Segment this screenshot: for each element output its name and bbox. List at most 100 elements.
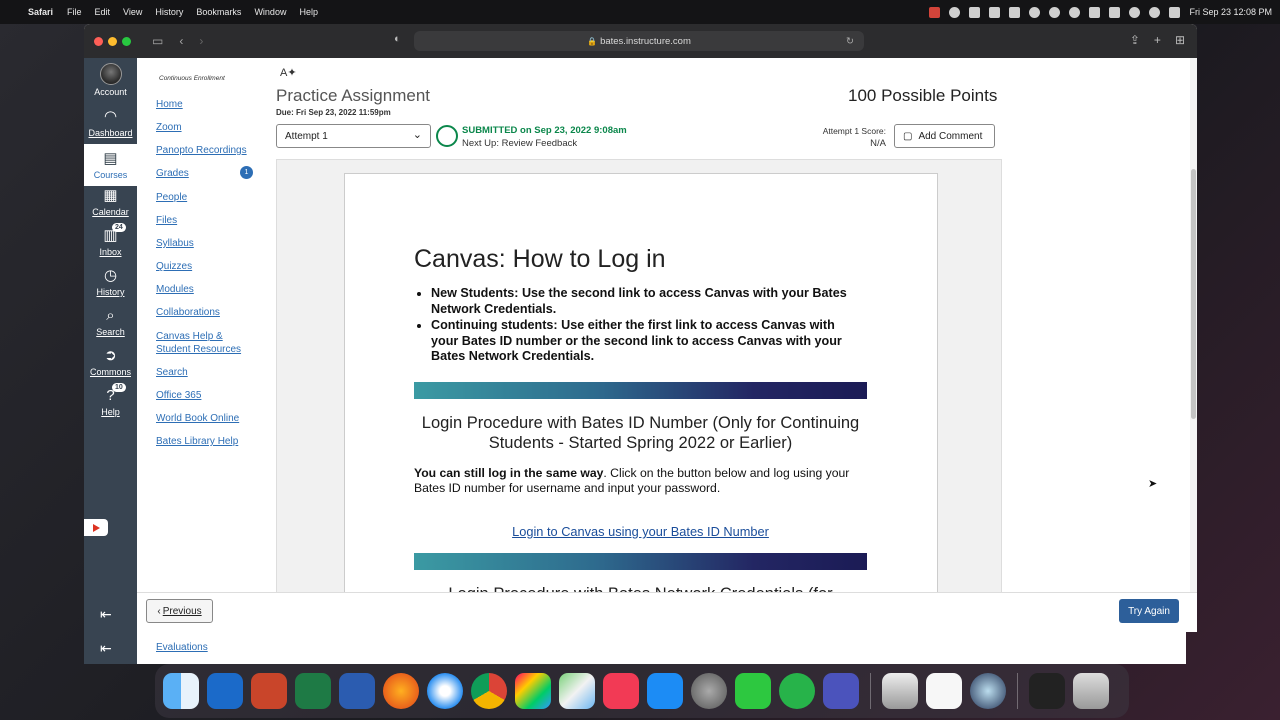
- wifi-icon[interactable]: [1129, 6, 1141, 18]
- powerpoint-icon[interactable]: [251, 673, 287, 709]
- tray-app-icon[interactable]: [1029, 6, 1041, 18]
- excel-icon[interactable]: [295, 673, 331, 709]
- launchpad-icon[interactable]: [515, 673, 551, 709]
- spotlight-search-icon[interactable]: [1149, 6, 1161, 18]
- menu-view[interactable]: View: [123, 7, 142, 17]
- battery-icon[interactable]: [1109, 6, 1121, 18]
- reload-icon[interactable]: ↻: [846, 36, 854, 47]
- global-nav-inbox[interactable]: ▥ 24 Inbox: [84, 223, 137, 257]
- music-icon[interactable]: [603, 673, 639, 709]
- tray-app-icon[interactable]: [949, 6, 961, 18]
- menubar-app-name[interactable]: Safari: [28, 7, 53, 17]
- tray-app-icon[interactable]: [1069, 6, 1081, 18]
- grades-count-badge: 1: [240, 166, 253, 179]
- global-nav-calendar[interactable]: ▦ Calendar: [84, 187, 137, 217]
- global-nav-courses[interactable]: ▤ Courses: [84, 144, 137, 186]
- maps-icon[interactable]: [559, 673, 595, 709]
- address-bar[interactable]: 🔒 bates.instructure.com ↻: [414, 31, 864, 51]
- menubar-clock[interactable]: Fri Sep 23 12:08 PM: [1189, 7, 1272, 17]
- menu-help[interactable]: Help: [299, 7, 318, 17]
- add-comment-button[interactable]: ▢ Add Comment: [894, 124, 995, 148]
- zoom-window-button[interactable]: [122, 36, 131, 46]
- safari-icon[interactable]: [427, 673, 463, 709]
- menu-history[interactable]: History: [155, 7, 183, 17]
- tray-app-icon[interactable]: [1009, 6, 1021, 18]
- course-nav-collaborations[interactable]: Collaborations: [156, 306, 256, 319]
- global-nav-commons[interactable]: ➲ Commons: [84, 347, 137, 377]
- tray-app-icon[interactable]: [1089, 6, 1101, 18]
- login-bates-id-link[interactable]: Login to Canvas using your Bates ID Numb…: [414, 524, 867, 539]
- global-nav-help[interactable]: ? 10 Help: [84, 383, 137, 417]
- evaluations-link[interactable]: Evaluations: [156, 642, 208, 653]
- global-nav-account[interactable]: Account: [84, 63, 137, 97]
- finder-icon[interactable]: [163, 673, 199, 709]
- tray-app-icon[interactable]: [969, 6, 981, 18]
- close-window-button[interactable]: [94, 36, 103, 46]
- page-scrollbar-thumb[interactable]: [1191, 169, 1196, 419]
- teams-icon[interactable]: [823, 673, 859, 709]
- lock-icon: 🔒: [587, 36, 598, 46]
- new-tab-icon[interactable]: +: [1154, 33, 1161, 47]
- collapse-nav-icon[interactable]: ⇤: [100, 606, 112, 623]
- immersive-reader-icon[interactable]: A✦: [280, 66, 297, 79]
- global-nav-history[interactable]: ◷ History: [84, 267, 137, 297]
- submitted-status-icon: [436, 125, 458, 147]
- global-nav-dashboard[interactable]: ◠ Dashboard: [84, 108, 137, 138]
- menu-file[interactable]: File: [67, 7, 82, 17]
- try-again-button[interactable]: Try Again: [1119, 599, 1179, 623]
- global-nav-label: Commons: [89, 367, 131, 377]
- screen-recording-icon[interactable]: [1029, 673, 1065, 709]
- course-nav-zoom[interactable]: Zoom: [156, 121, 256, 134]
- forward-icon[interactable]: ›: [199, 34, 203, 48]
- course-nav-world-book[interactable]: World Book Online: [156, 412, 256, 425]
- course-nav-people[interactable]: People: [156, 191, 256, 204]
- course-nav-home[interactable]: Home: [156, 98, 256, 111]
- chrome-icon[interactable]: [471, 673, 507, 709]
- evernote-icon[interactable]: [779, 673, 815, 709]
- course-nav-syllabus[interactable]: Syllabus: [156, 237, 256, 250]
- submission-status: SUBMITTED on Sep 23, 2022 9:08am: [462, 125, 627, 136]
- course-nav-quizzes[interactable]: Quizzes: [156, 260, 256, 273]
- facetime-icon[interactable]: [735, 673, 771, 709]
- privacy-shield-icon[interactable]: ◐: [394, 33, 401, 45]
- course-nav-search[interactable]: Search: [156, 366, 256, 379]
- submission-preview[interactable]: Canvas: How to Log in New Students: Use …: [276, 159, 1002, 598]
- possible-points: 100 Possible Points: [848, 86, 998, 105]
- course-nav-canvas-help[interactable]: Canvas Help & Student Resources: [156, 330, 256, 356]
- record-icon[interactable]: [929, 6, 941, 18]
- menu-edit[interactable]: Edit: [95, 7, 111, 17]
- global-nav-label: History: [96, 287, 125, 297]
- course-nav-files[interactable]: Files: [156, 214, 256, 227]
- sidebar-toggle-icon[interactable]: ▭: [152, 34, 163, 48]
- quicktime-icon[interactable]: [970, 673, 1006, 709]
- reminders-icon[interactable]: [926, 673, 962, 709]
- course-nav-office365[interactable]: Office 365: [156, 389, 256, 402]
- app-store-icon[interactable]: [647, 673, 683, 709]
- outlook-icon[interactable]: [207, 673, 243, 709]
- bluetooth-icon[interactable]: [1049, 6, 1061, 18]
- back-icon[interactable]: ‹: [179, 34, 183, 48]
- tab-overview-icon[interactable]: ⊞: [1175, 33, 1185, 47]
- macos-dock: [155, 664, 1129, 718]
- firefox-icon[interactable]: [383, 673, 419, 709]
- menu-window[interactable]: Window: [254, 7, 286, 17]
- previous-button[interactable]: ‹ Previous: [146, 599, 213, 623]
- share-icon[interactable]: ⇪: [1130, 33, 1140, 47]
- dropbox-icon[interactable]: [989, 6, 1001, 18]
- minimize-window-button[interactable]: [108, 36, 117, 46]
- collapse-nav-icon[interactable]: ⇤: [100, 640, 112, 657]
- word-icon[interactable]: [339, 673, 375, 709]
- preview-icon[interactable]: [882, 673, 918, 709]
- youtube-play-button[interactable]: [84, 519, 108, 536]
- trash-icon[interactable]: [1073, 673, 1109, 709]
- global-nav-search[interactable]: ⌕ Search: [84, 307, 137, 337]
- course-nav-library-help[interactable]: Bates Library Help: [156, 435, 256, 448]
- system-preferences-icon[interactable]: [691, 673, 727, 709]
- course-nav: Continuous Enrollment Home Zoom Panopto …: [137, 58, 262, 598]
- menu-bookmarks[interactable]: Bookmarks: [196, 7, 241, 17]
- course-nav-panopto[interactable]: Panopto Recordings: [156, 144, 256, 157]
- control-center-icon[interactable]: [1169, 6, 1181, 18]
- course-nav-modules[interactable]: Modules: [156, 283, 256, 296]
- attempt-select[interactable]: Attempt 1 ⌄: [276, 124, 431, 148]
- safari-window: ▭ ‹ › ◐ 🔒 bates.instructure.com ↻ ⇪ + ⊞ …: [84, 24, 1197, 632]
